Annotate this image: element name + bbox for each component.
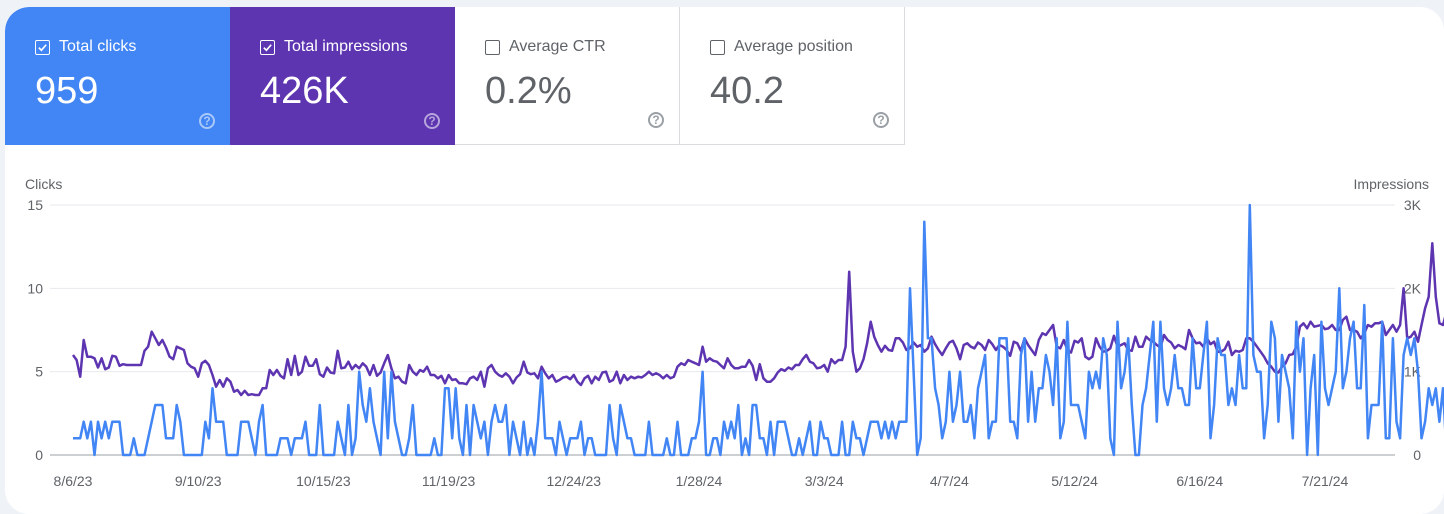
x-tick-label: 10/15/23: [296, 473, 351, 489]
performance-chart: Clicks Impressions 051015 01K2K3K 8/6/23…: [25, 176, 1444, 489]
x-tick-label: 11/19/23: [422, 473, 476, 489]
left-y-tick-label: 0: [35, 447, 43, 463]
series-line-clicks[interactable]: [73, 203, 1444, 457]
left-y-tick-label: 5: [35, 364, 43, 380]
x-tick-label: 6/16/24: [1176, 473, 1223, 489]
right-y-tick-label: 2K: [1404, 280, 1422, 296]
x-tick-label: 9/10/23: [175, 473, 222, 489]
x-tick-label: 7/21/24: [1302, 473, 1349, 489]
x-tick-label: 4/7/24: [930, 473, 969, 489]
right-y-tick-label: 0: [1413, 447, 1421, 463]
x-tick-label: 5/12/24: [1051, 473, 1098, 489]
x-tick-label: 1/28/24: [676, 473, 723, 489]
right-axis-label: Impressions: [1354, 176, 1429, 192]
x-tick-label: 12/24/23: [547, 473, 602, 489]
right-y-tick-label: 3K: [1404, 197, 1422, 213]
left-y-tick-label: 15: [27, 197, 43, 213]
left-y-tick-label: 10: [27, 280, 43, 296]
x-tick-label: 3/3/24: [805, 473, 844, 489]
left-axis-label: Clicks: [25, 176, 62, 192]
x-tick-label: 8/6/23: [54, 473, 93, 489]
